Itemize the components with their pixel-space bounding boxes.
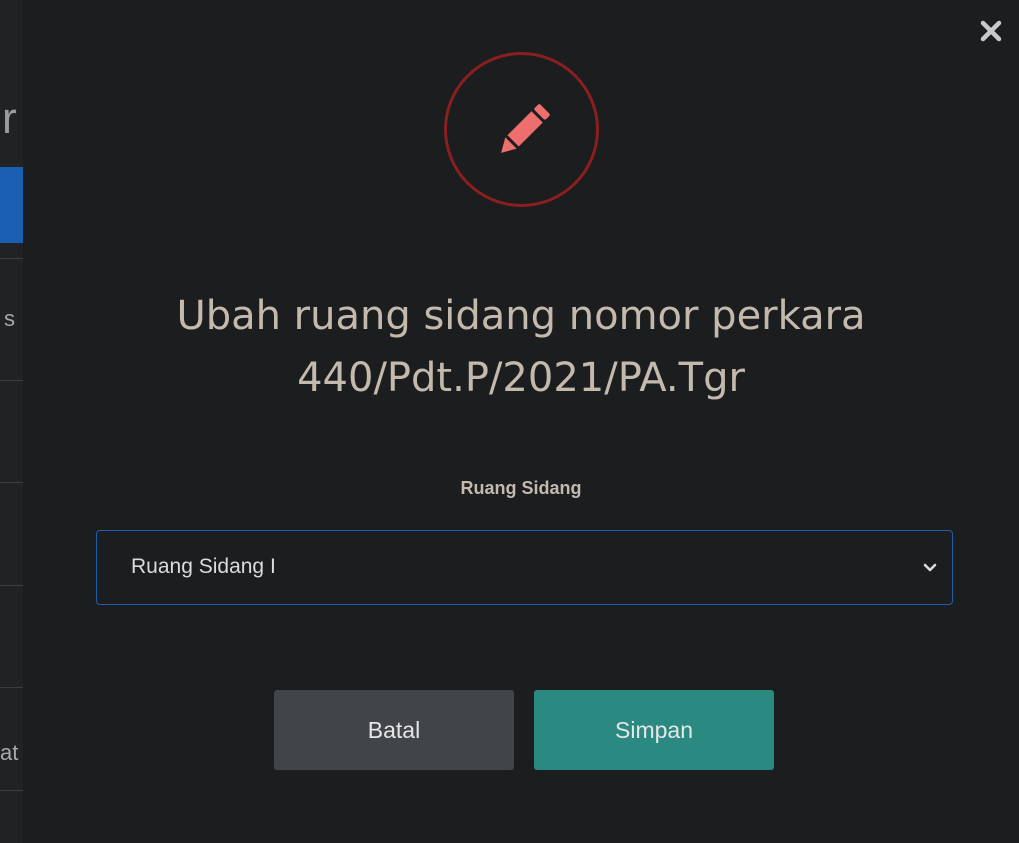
courtroom-select-value: Ruang Sidang I: [131, 555, 276, 578]
background-divider: [0, 790, 23, 791]
background-text-fragment: s: [4, 306, 15, 331]
close-icon[interactable]: [978, 18, 1004, 44]
background-divider: [0, 258, 23, 259]
save-button[interactable]: Simpan: [534, 690, 774, 770]
edit-courtroom-modal: Ubah ruang sidang nomor perkara 440/Pdt.…: [23, 0, 1019, 843]
courtroom-select[interactable]: Ruang Sidang I: [96, 530, 953, 605]
background-text-fragment: r: [2, 94, 17, 143]
background-divider: [0, 585, 23, 586]
header-icon-ring: [444, 52, 599, 207]
background-page-strip: r s at: [0, 0, 23, 843]
background-divider: [0, 482, 23, 483]
case-number: 440/Pdt.P/2021/PA.Tgr: [297, 355, 745, 401]
courtroom-field-label: Ruang Sidang: [460, 478, 582, 498]
chevron-down-icon: [923, 563, 937, 572]
background-active-item: [0, 167, 23, 243]
pencil-icon: [501, 104, 550, 153]
modal-title-line: Ubah ruang sidang nomor perkara: [176, 293, 866, 339]
background-text-fragment: at: [0, 740, 19, 765]
cancel-button[interactable]: Batal: [274, 690, 514, 770]
modal-title: Ubah ruang sidang nomor perkara 440/Pdt.…: [23, 285, 1019, 409]
background-divider: [0, 380, 23, 381]
background-divider: [0, 687, 23, 688]
